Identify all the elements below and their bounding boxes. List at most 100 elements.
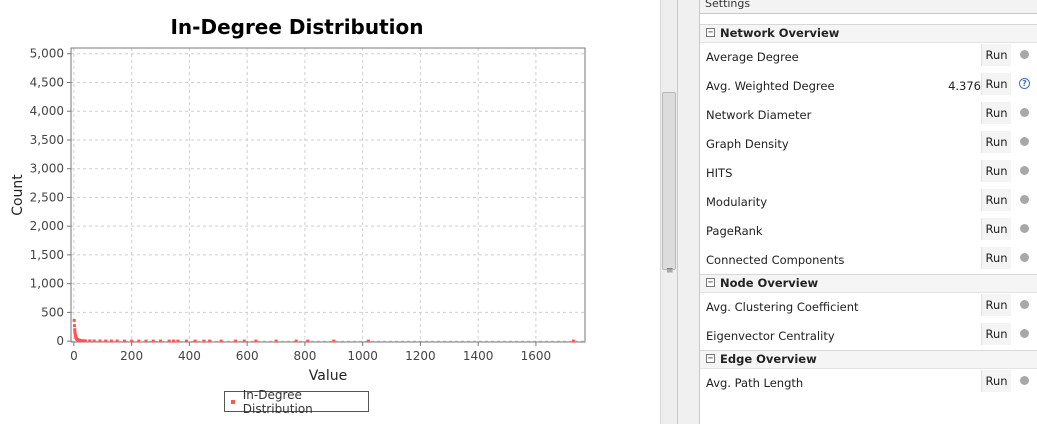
data-point <box>122 339 126 343</box>
settings-bar[interactable]: Settings <box>700 0 1037 14</box>
stat-row-connected-components: Connected Components Run <box>700 245 1037 274</box>
run-button[interactable]: Run <box>981 247 1011 269</box>
data-point <box>172 339 176 343</box>
stat-label: PageRank <box>706 224 763 238</box>
stat-label: Eigenvector Centrality <box>706 329 835 343</box>
data-point <box>92 339 96 343</box>
stat-label: Avg. Weighted Degree <box>706 79 835 93</box>
x-tick-label: 1200 <box>405 349 436 363</box>
stat-label: HITS <box>706 166 733 180</box>
statistics-panel: Settings − Network Overview Average Degr… <box>700 0 1037 424</box>
chart-grid <box>71 48 585 342</box>
stat-label: Connected Components <box>706 253 845 267</box>
stat-row-avg-path-length: Avg. Path Length Run <box>700 368 1037 397</box>
data-point <box>109 339 113 343</box>
x-tick-label: 800 <box>293 349 316 363</box>
data-point <box>83 339 87 343</box>
x-tick-label: 1600 <box>521 349 552 363</box>
data-point <box>332 339 336 343</box>
data-point <box>130 339 134 343</box>
data-point <box>254 339 258 343</box>
data-point <box>88 339 92 343</box>
stat-label: Network Diameter <box>706 108 812 122</box>
data-point <box>242 339 246 343</box>
x-tick-label: 600 <box>236 349 259 363</box>
run-button[interactable]: Run <box>981 189 1011 211</box>
help-question-icon[interactable]: ? <box>1019 78 1030 89</box>
y-tick-label: 2,000 <box>30 219 64 233</box>
y-tick-label: 500 <box>41 305 64 319</box>
stat-value: 4.376 <box>948 79 981 93</box>
y-tick-label: 1,500 <box>30 248 64 262</box>
y-tick-label: 3,500 <box>30 133 64 147</box>
run-button[interactable]: Run <box>981 370 1011 392</box>
collapse-minus-icon[interactable]: − <box>706 28 715 37</box>
x-axis-label: Value <box>309 368 347 384</box>
stat-label: Avg. Clustering Coefficient <box>706 300 859 314</box>
data-point <box>144 339 148 343</box>
data-point <box>219 339 223 343</box>
data-point <box>234 339 238 343</box>
settings-label[interactable]: Settings <box>705 0 750 10</box>
plot-area <box>70 47 586 343</box>
section-title: Network Overview <box>720 26 840 40</box>
y-tick-label: 4,500 <box>30 75 64 89</box>
collapse-minus-icon[interactable]: − <box>706 354 715 363</box>
stat-row-graph-density: Graph Density Run <box>700 129 1037 158</box>
chart-legend: In-Degree Distribution <box>224 388 369 416</box>
data-point <box>151 339 155 343</box>
run-button[interactable]: Run <box>981 102 1011 124</box>
run-button[interactable]: Run <box>981 294 1011 316</box>
data-point <box>73 328 77 332</box>
stat-label: Modularity <box>706 195 768 209</box>
run-button[interactable]: Run <box>981 131 1011 153</box>
stat-row-network-diameter: Network Diameter Run <box>700 100 1037 129</box>
panel-splitter[interactable] <box>678 0 700 424</box>
run-button[interactable]: Run <box>981 218 1011 240</box>
data-point <box>115 339 119 343</box>
run-button[interactable]: Run <box>981 73 1011 95</box>
stat-row-eigenvector-centrality: Eigenvector Centrality Run <box>700 321 1037 350</box>
status-dot-icon <box>1020 300 1029 309</box>
data-point <box>208 339 212 343</box>
data-point <box>104 339 108 343</box>
data-point <box>98 339 102 343</box>
x-tick-label: 1400 <box>463 349 494 363</box>
data-point <box>176 339 180 343</box>
x-tick-label: 1000 <box>347 349 378 363</box>
stat-row-pagerank: PageRank Run <box>700 216 1037 245</box>
stat-row-hits: HITS Run <box>700 158 1037 187</box>
stat-label: Average Degree <box>706 50 799 64</box>
vertical-scrollbar[interactable]: ≡ <box>660 0 678 424</box>
data-point <box>306 339 310 343</box>
status-dot-icon <box>1020 108 1029 117</box>
legend-label: In-Degree Distribution <box>242 387 313 416</box>
section-network-overview[interactable]: − Network Overview <box>700 24 1037 43</box>
legend-swatch <box>231 399 235 404</box>
data-point <box>202 339 206 343</box>
y-axis-ticks: 0 500 1,000 1,500 2,000 2,500 3,000 3,500 4,000 4… <box>30 47 71 348</box>
data-point <box>72 318 76 322</box>
section-node-overview[interactable]: − Node Overview <box>700 274 1037 293</box>
status-dot-icon <box>1020 224 1029 233</box>
in-degree-chart: In-Degree Distribution 0 500 1,000 1,500 2,0… <box>10 15 586 384</box>
x-tick-label: 400 <box>178 349 201 363</box>
y-tick-label: 0 <box>56 334 64 348</box>
section-title: Edge Overview <box>720 352 817 366</box>
scrollbar-thumb[interactable]: ≡ <box>662 92 676 276</box>
run-button[interactable]: Run <box>981 160 1011 182</box>
chart-pane: In-Degree Distribution 0 500 1,000 1,500 2,0… <box>0 0 660 424</box>
data-point <box>81 339 85 343</box>
x-tick-label: 200 <box>120 349 143 363</box>
collapse-minus-icon[interactable]: − <box>706 278 715 287</box>
data-point <box>167 339 171 343</box>
status-dot-icon <box>1020 137 1029 146</box>
run-button[interactable]: Run <box>981 44 1011 66</box>
chart-title: In-Degree Distribution <box>170 15 423 39</box>
data-point <box>571 339 575 343</box>
run-button[interactable]: Run <box>981 323 1011 345</box>
section-edge-overview[interactable]: − Edge Overview <box>700 350 1037 369</box>
stat-row-avg-clustering-coefficient: Avg. Clustering Coefficient Run <box>700 292 1037 321</box>
status-dot-icon <box>1020 253 1029 262</box>
y-tick-label: 4,000 <box>30 104 64 118</box>
